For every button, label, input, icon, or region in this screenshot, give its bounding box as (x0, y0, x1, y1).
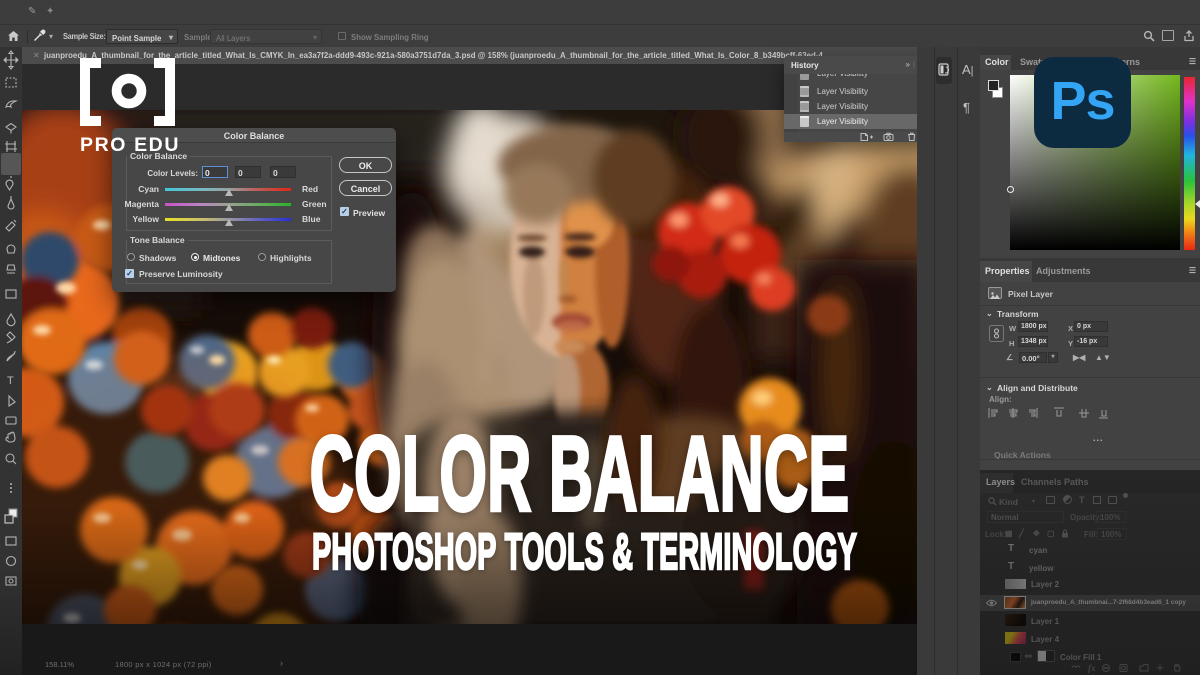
svg-text:PRO EDU: PRO EDU (80, 134, 180, 156)
svg-text:T: T (7, 375, 14, 387)
